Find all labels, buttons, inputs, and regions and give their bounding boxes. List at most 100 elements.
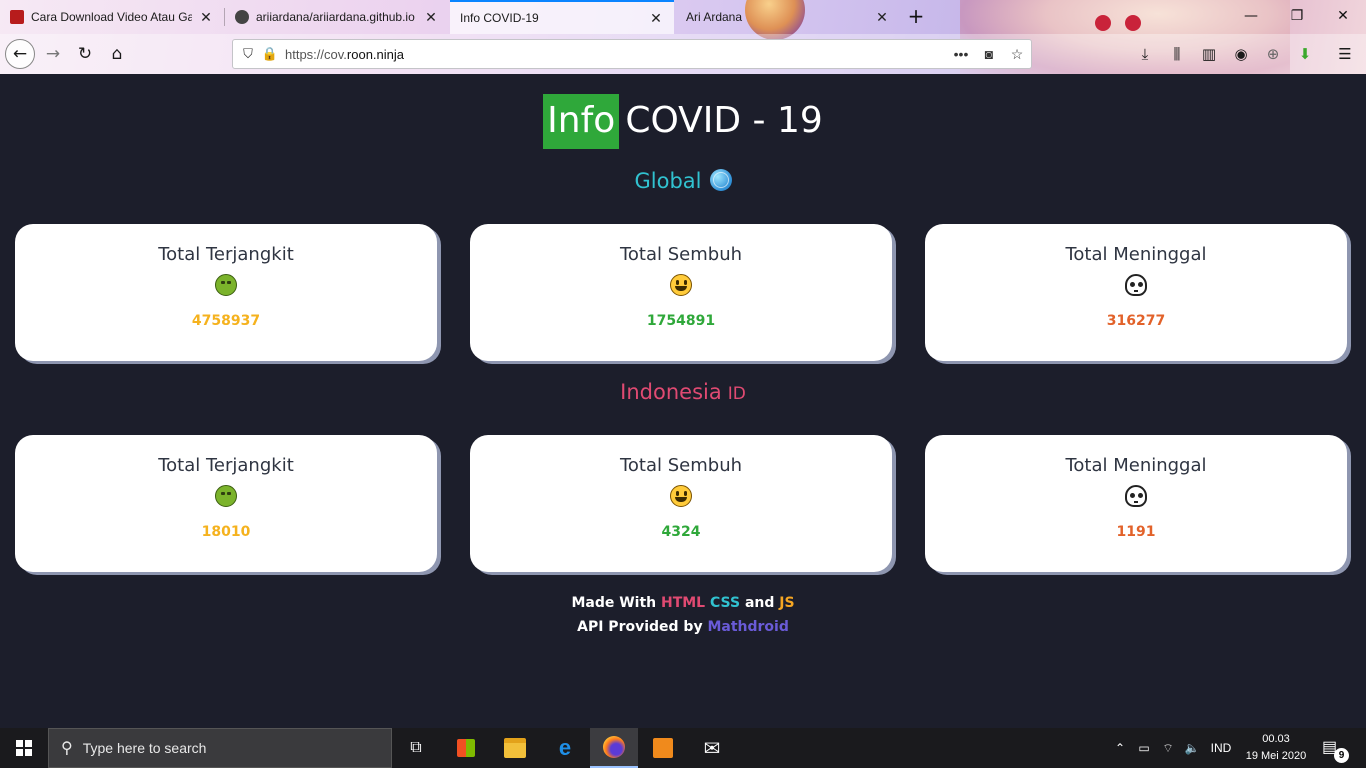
made-with-text: Made With (571, 595, 657, 611)
api-provided-text: API Provided by (577, 619, 703, 635)
close-window-icon[interactable]: ✕ (1320, 0, 1366, 34)
global-card-infected: Total Terjangkit 4758937 (15, 224, 437, 361)
tab-bar: Cara Download Video Atau Gan ✕ ariiardan… (0, 0, 1366, 34)
notification-center-button[interactable]: ▤ 9 (1322, 737, 1349, 763)
tab-title: Ari Ardana (686, 10, 743, 24)
tab-info-covid[interactable]: Info COVID-19 ✕ (450, 0, 674, 34)
arrow-down-green-icon[interactable]: ⬇ (1290, 39, 1320, 69)
windows-taskbar: ⚲ Type here to search ⧉ e ✉ ⌃ ▭ ⌔ 🔈 IND … (0, 728, 1366, 768)
library-icon[interactable]: ⫼ (1162, 39, 1192, 69)
minimize-icon[interactable]: — (1228, 0, 1274, 34)
page-title: Info COVID - 19 (0, 94, 1366, 149)
card-title: Total Meninggal (1065, 455, 1207, 476)
back-button[interactable]: ← (5, 39, 35, 69)
language-indicator[interactable]: IND (1206, 728, 1236, 768)
task-view-button[interactable]: ⧉ (396, 728, 436, 768)
global-card-recovered: Total Sembuh 1754891 (470, 224, 892, 361)
tab-favicon-icon (10, 10, 24, 24)
tab-title: ariiardana/ariiardana.github.io (256, 10, 415, 24)
lock-icon[interactable]: 🔒 (259, 46, 281, 62)
windows-logo-icon (16, 740, 32, 756)
restore-icon[interactable]: ❐ (1274, 0, 1320, 34)
wifi-icon[interactable]: ⌔ (1158, 728, 1178, 768)
global-card-deaths: Total Meninggal 316277 (925, 224, 1347, 361)
firefox-icon (603, 736, 625, 758)
page-content: Info COVID - 19 Global Total Terjangkit 4… (0, 74, 1366, 728)
skull-icon (1125, 274, 1147, 296)
arrow-right-icon: → (45, 44, 61, 64)
pocket-icon[interactable]: ◙ (975, 46, 1003, 62)
mail-button[interactable]: ✉ (692, 728, 732, 768)
page-title-text: COVID - 19 (625, 100, 823, 141)
page-footer: Made With HTML CSS and JS API Provided b… (0, 591, 1366, 639)
show-hidden-icons[interactable]: ⌃ (1110, 728, 1130, 768)
file-explorer-button[interactable] (495, 728, 535, 768)
address-bar[interactable]: ⛉ 🔒 https://cov.roon.ninja ••• ◙ ☆ (232, 39, 1032, 69)
file-explorer-icon (504, 738, 526, 758)
card-title: Total Sembuh (619, 455, 743, 476)
search-placeholder: Type here to search (82, 740, 207, 756)
and-text: and (744, 595, 775, 611)
tab-github[interactable]: ariiardana/ariiardana.github.io ✕ (225, 0, 449, 34)
js-label: JS (779, 595, 795, 611)
indonesia-card-infected: Total Terjangkit 18010 (15, 435, 437, 572)
card-value: 316277 (1106, 313, 1166, 329)
arrow-left-icon: ← (12, 44, 28, 64)
reload-button[interactable]: ↻ (70, 39, 100, 69)
mathdroid-link[interactable]: Mathdroid (707, 619, 788, 635)
global-section-title: Global (0, 169, 1366, 193)
card-title: Total Terjangkit (158, 244, 294, 265)
globe-icon[interactable]: ⊕ (1258, 39, 1288, 69)
card-title: Total Meninggal (1065, 244, 1207, 265)
tab-ari-ardana[interactable]: Ari Ardana ✕ (676, 0, 900, 34)
tab-cara-download[interactable]: Cara Download Video Atau Gan ✕ (0, 0, 224, 34)
taskbar-search-box[interactable]: ⚲ Type here to search (48, 728, 392, 768)
home-button[interactable]: ⌂ (102, 39, 132, 69)
flag-id-icon: ID (727, 384, 746, 404)
html-label: HTML (660, 595, 706, 611)
skull-icon (1125, 485, 1147, 507)
new-tab-plus-icon[interactable]: + (903, 4, 929, 30)
nauseated-face-icon (215, 485, 237, 507)
indonesia-card-recovered: Total Sembuh 4324 (470, 435, 892, 572)
card-title: Total Sembuh (619, 244, 743, 265)
bookmark-star-icon[interactable]: ☆ (1003, 46, 1031, 63)
card-value: 18010 (201, 524, 251, 540)
hamburger-icon[interactable]: ☰ (1330, 39, 1360, 69)
download-icon[interactable]: ⤓ (1130, 39, 1160, 69)
url-text[interactable]: https://cov.roon.ninja (285, 47, 947, 62)
store-icon (457, 739, 475, 757)
css-label: CSS (709, 595, 741, 611)
tab-title: Info COVID-19 (460, 11, 539, 25)
tab-title: Cara Download Video Atau Gan (31, 10, 192, 24)
indonesia-title-text: Indonesia (620, 380, 722, 404)
edge-button[interactable]: e (545, 728, 585, 768)
api-line: API Provided by Mathdroid (0, 615, 1366, 639)
forward-button[interactable]: → (38, 39, 68, 69)
sublime-text-button[interactable] (643, 728, 683, 768)
store-button[interactable] (446, 728, 486, 768)
reload-icon: ↻ (77, 44, 93, 64)
grinning-face-icon (670, 485, 692, 507)
url-domain: roon.ninja (346, 46, 405, 62)
system-clock[interactable]: 00.03 19 Mei 2020 (1236, 731, 1316, 765)
browser-chrome: Cara Download Video Atau Gan ✕ ariiardan… (0, 0, 1366, 74)
notification-count-badge: 9 (1334, 748, 1349, 763)
close-tab-icon[interactable]: ✕ (423, 9, 439, 26)
close-tab-icon[interactable]: ✕ (198, 9, 214, 26)
info-badge: Info (543, 94, 620, 149)
page-actions-ellipsis-icon[interactable]: ••• (947, 46, 975, 62)
card-value: 1754891 (646, 313, 716, 329)
battery-icon[interactable]: ▭ (1134, 728, 1154, 768)
close-tab-icon[interactable]: ✕ (648, 10, 664, 27)
shield-icon[interactable]: ⛉ (237, 46, 259, 62)
close-tab-icon[interactable]: ✕ (874, 9, 890, 26)
start-button[interactable] (0, 728, 48, 768)
account-icon[interactable]: ◉ (1226, 39, 1256, 69)
volume-icon[interactable]: 🔈 (1182, 728, 1202, 768)
sidebar-icon[interactable]: ▥ (1194, 39, 1224, 69)
edge-icon: e (558, 735, 572, 760)
card-value: 4324 (661, 524, 701, 540)
clock-date: 19 Mei 2020 (1245, 750, 1307, 762)
firefox-button[interactable] (590, 728, 638, 768)
